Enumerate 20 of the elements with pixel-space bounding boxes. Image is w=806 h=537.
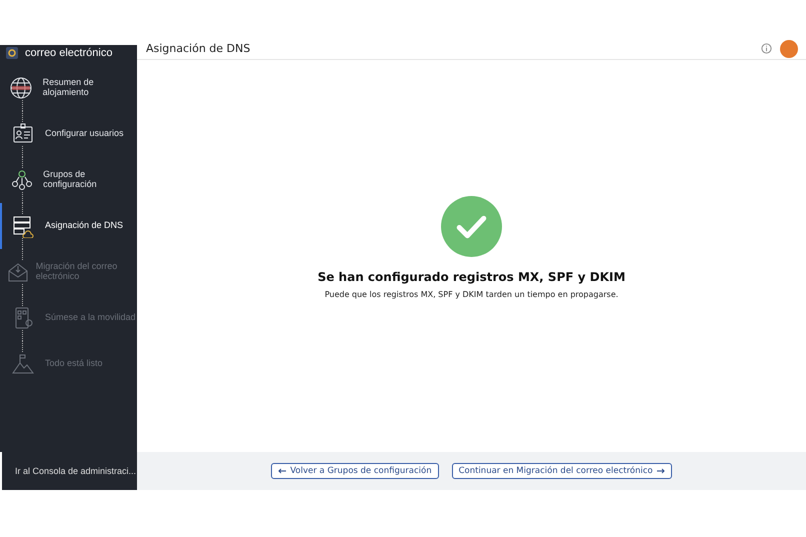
step-item[interactable]: Configurar usuarios: [0, 111, 137, 157]
step-item[interactable]: Grupos de configuración: [0, 157, 137, 203]
sidebar-title: correo electrónico: [25, 47, 112, 59]
success-check-icon: [441, 196, 502, 256]
step-item[interactable]: Asignación de DNS: [0, 203, 137, 249]
result-heading: Se han configurado registros MX, SPF y DKIM: [318, 270, 626, 284]
right-arrow-icon: [656, 468, 665, 474]
people-icon: [10, 168, 34, 192]
server-icon: [10, 214, 34, 238]
info-icon[interactable]: [761, 43, 772, 54]
left-arrow-icon: [278, 468, 286, 474]
step-item[interactable]: Resumen de alojamiento: [0, 65, 137, 111]
avatar[interactable]: [780, 40, 798, 58]
next-button[interactable]: Continuar en Migración del correo electrónico: [452, 463, 672, 479]
logo-icon: [5, 46, 19, 60]
page-title: Asignación de DNS: [146, 42, 252, 55]
result-message: Puede que los registros MX, SPF y DKIM tarden un tiempo en propagarse.: [324, 290, 618, 298]
mountain-flag-icon: [10, 352, 34, 376]
globe-icon: [9, 76, 34, 100]
back-button[interactable]: Volver a Grupos de configuración: [271, 463, 439, 479]
